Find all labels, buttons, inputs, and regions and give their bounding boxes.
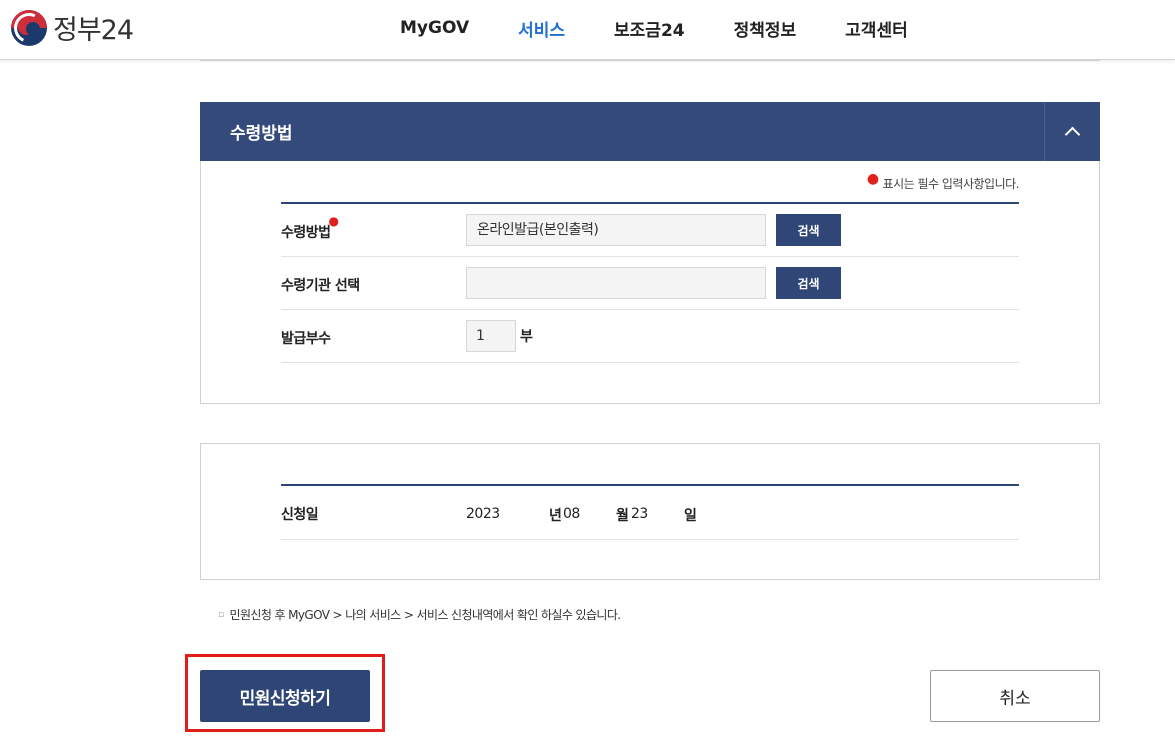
taegeuk-logo-icon: [11, 9, 47, 46]
nav-item-subsidy24[interactable]: 보조금24: [614, 16, 685, 41]
receipt-form-table: 수령방법 ● 온라인발급(본인출력) 검색 수령기관 선택 검색 발급부수 1 부: [281, 202, 1019, 363]
main-nav: MyGOV 서비스 보조금24 정책정보 고객센터: [400, 0, 957, 56]
required-dot-icon: ●: [328, 214, 339, 228]
receipt-method-panel: 수령방법 ● 표시는 필수 입력사항입니다. 수령방법 ● 온라인발급(본인출력) …: [200, 102, 1100, 404]
required-dot-icon: ●: [866, 171, 879, 187]
cancel-button[interactable]: 취소: [930, 670, 1100, 722]
required-note: ● 표시는 필수 입력사항입니다.: [866, 171, 1020, 191]
nav-item-service[interactable]: 서비스: [518, 16, 565, 41]
method-input[interactable]: 온라인발급(본인출력): [466, 214, 766, 246]
form-row-institution: 수령기관 선택 검색: [281, 257, 1019, 310]
institution-search-button[interactable]: 검색: [776, 267, 841, 299]
date-label: 신청일: [281, 507, 319, 523]
panel-title: 수령방법: [230, 124, 293, 144]
chevron-up-icon: [1064, 126, 1081, 143]
date-day-unit: 일: [684, 508, 697, 524]
form-row-copies: 발급부수 1 부: [281, 310, 1019, 363]
institution-input[interactable]: [466, 267, 766, 299]
date-month: 08: [563, 506, 580, 522]
copies-unit: 부: [520, 329, 533, 345]
method-search-button[interactable]: 검색: [776, 214, 841, 246]
application-date-panel: 신청일 2023 년 08 월 23 일: [200, 443, 1100, 580]
date-month-unit: 월: [616, 508, 629, 524]
form-row-date: 신청일 2023 년 08 월 23 일: [281, 486, 1019, 540]
date-year-unit: 년: [549, 508, 562, 524]
logo-text: 정부24: [53, 15, 134, 46]
method-label: 수령방법 ●: [281, 214, 339, 241]
institution-label: 수령기관 선택: [281, 278, 360, 294]
copies-input[interactable]: 1: [466, 320, 516, 352]
nav-item-mygov[interactable]: MyGOV: [400, 18, 469, 38]
form-row-method: 수령방법 ● 온라인발급(본인출력) 검색: [281, 204, 1019, 257]
bullet-icon: ▫: [218, 610, 224, 620]
collapse-toggle-button[interactable]: [1044, 102, 1100, 161]
date-form-table: 신청일 2023 년 08 월 23 일: [281, 484, 1019, 540]
notice-text: ▫ 민원신청 후 MyGOV > 나의 서비스 > 서비스 신청내역에서 확인 하…: [218, 608, 621, 622]
date-year: 2023: [466, 506, 500, 522]
date-day: 23: [631, 506, 648, 522]
divider: [200, 60, 1100, 61]
apply-button[interactable]: 민원신청하기: [200, 670, 370, 722]
copies-label: 발급부수: [281, 331, 331, 347]
site-header: 정부24 MyGOV 서비스 보조금24 정책정보 고객센터: [0, 0, 1175, 60]
site-logo[interactable]: 정부24: [11, 8, 134, 47]
panel-header: 수령방법: [200, 102, 1100, 161]
nav-item-customer-center[interactable]: 고객센터: [845, 16, 908, 41]
nav-item-policy-info[interactable]: 정책정보: [734, 16, 797, 41]
